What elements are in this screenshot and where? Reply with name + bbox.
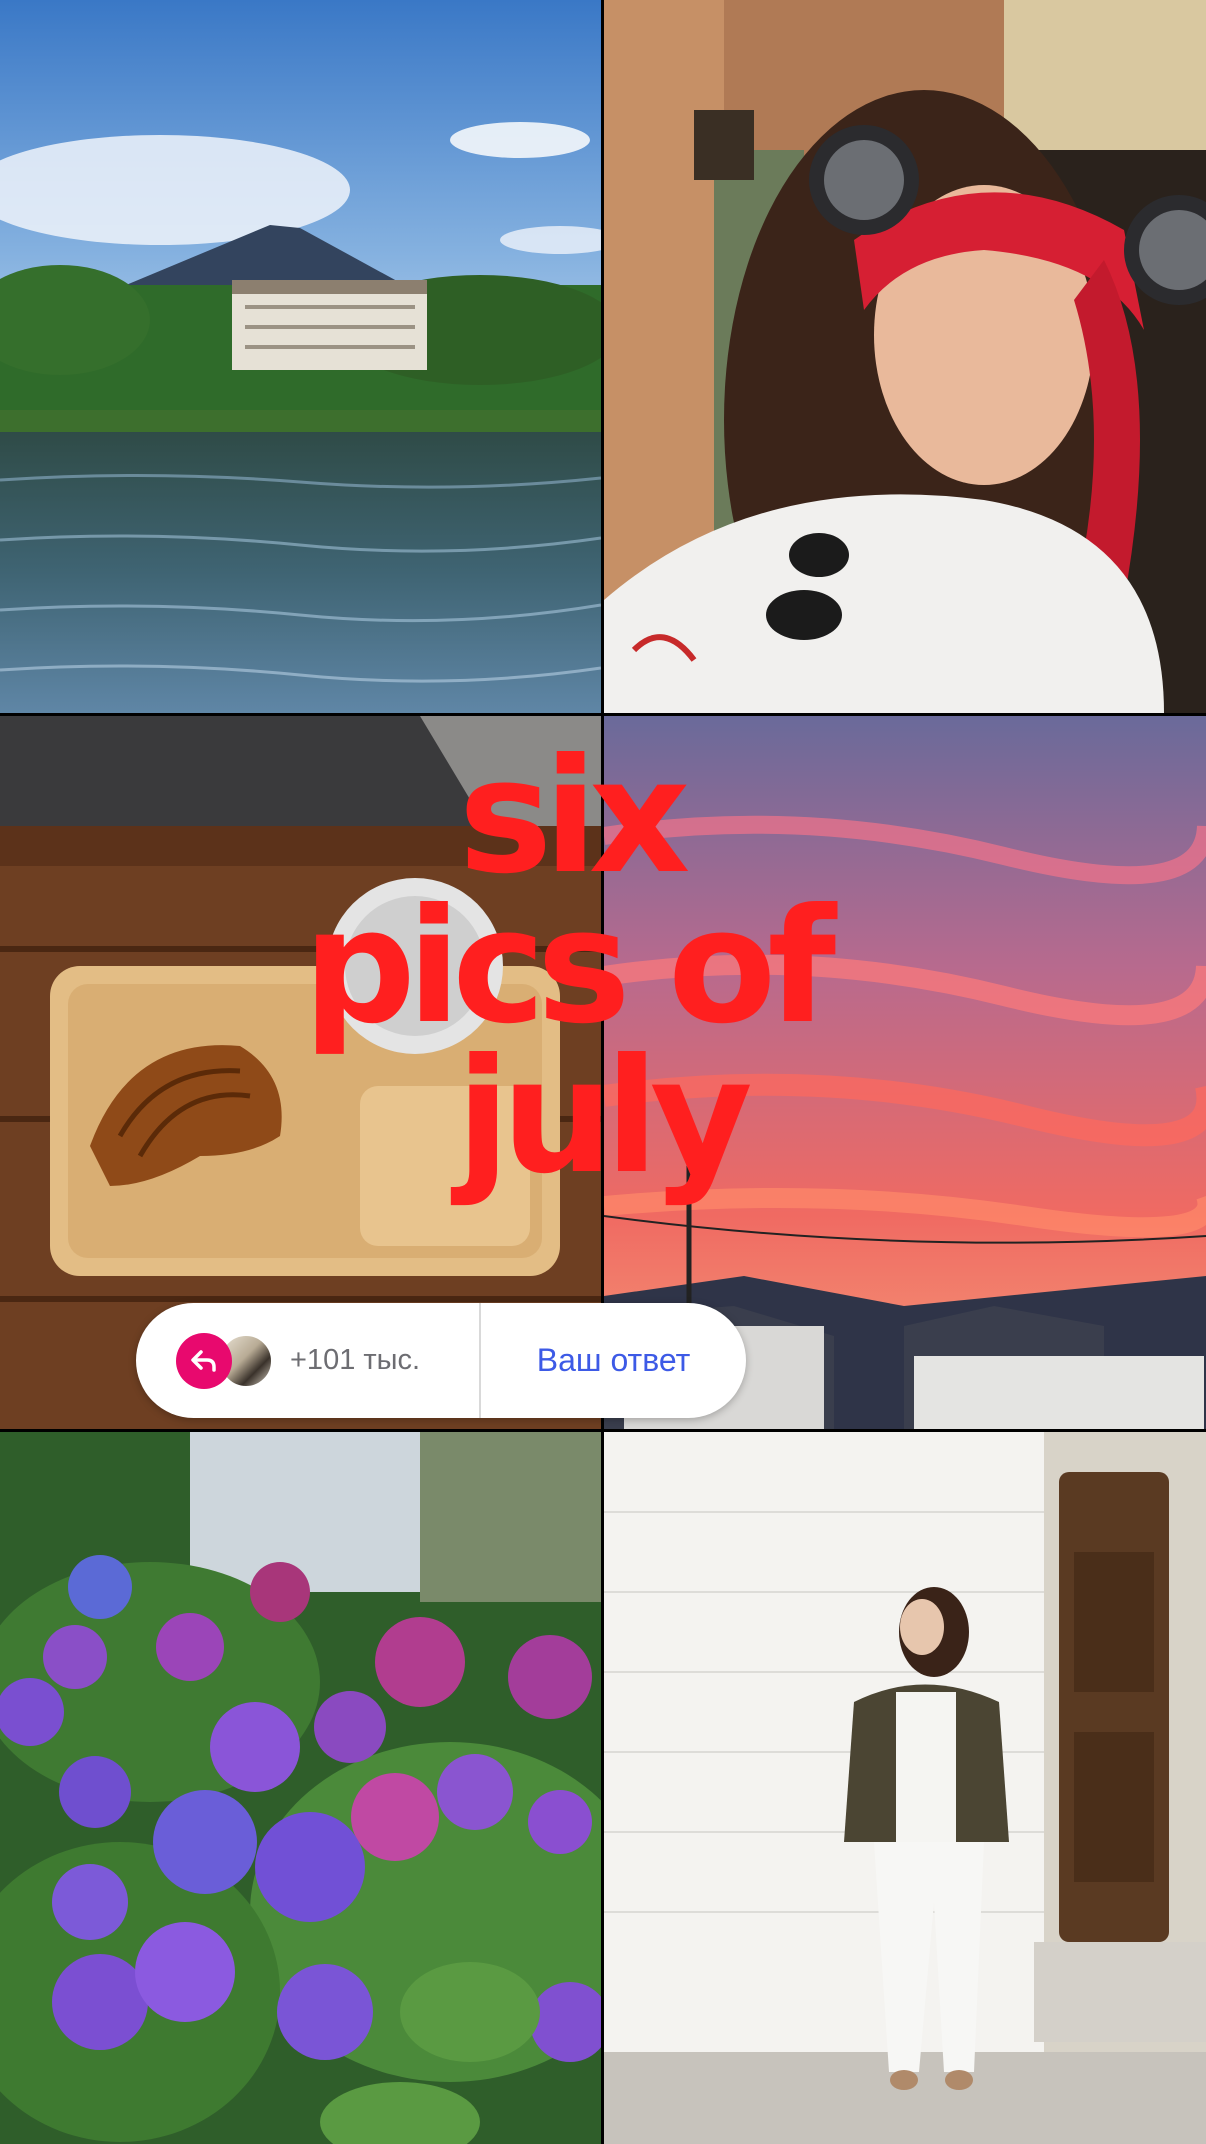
your-answer-button[interactable]: Ваш ответ xyxy=(481,1342,746,1379)
reply-arrow-icon xyxy=(176,1332,232,1389)
story-canvas: six pics of july +101 тыс. Ваш ответ xyxy=(0,0,1206,2144)
photo-hydrangeas xyxy=(0,1432,601,2144)
photo-lake-mountain xyxy=(0,0,601,713)
reply-count: +101 тыс. xyxy=(290,1344,421,1376)
title-line-3: july xyxy=(456,1025,753,1209)
title-line-1: six xyxy=(458,725,690,909)
photo-selfie xyxy=(604,0,1206,713)
reply-bar[interactable]: +101 тыс. Ваш ответ xyxy=(136,1303,746,1418)
photo-woman-white-wall xyxy=(604,1432,1206,2144)
title-line-2: pics of xyxy=(302,875,836,1059)
replies-summary[interactable]: +101 тыс. xyxy=(136,1303,481,1418)
story-title: six pics of july xyxy=(240,725,900,1209)
